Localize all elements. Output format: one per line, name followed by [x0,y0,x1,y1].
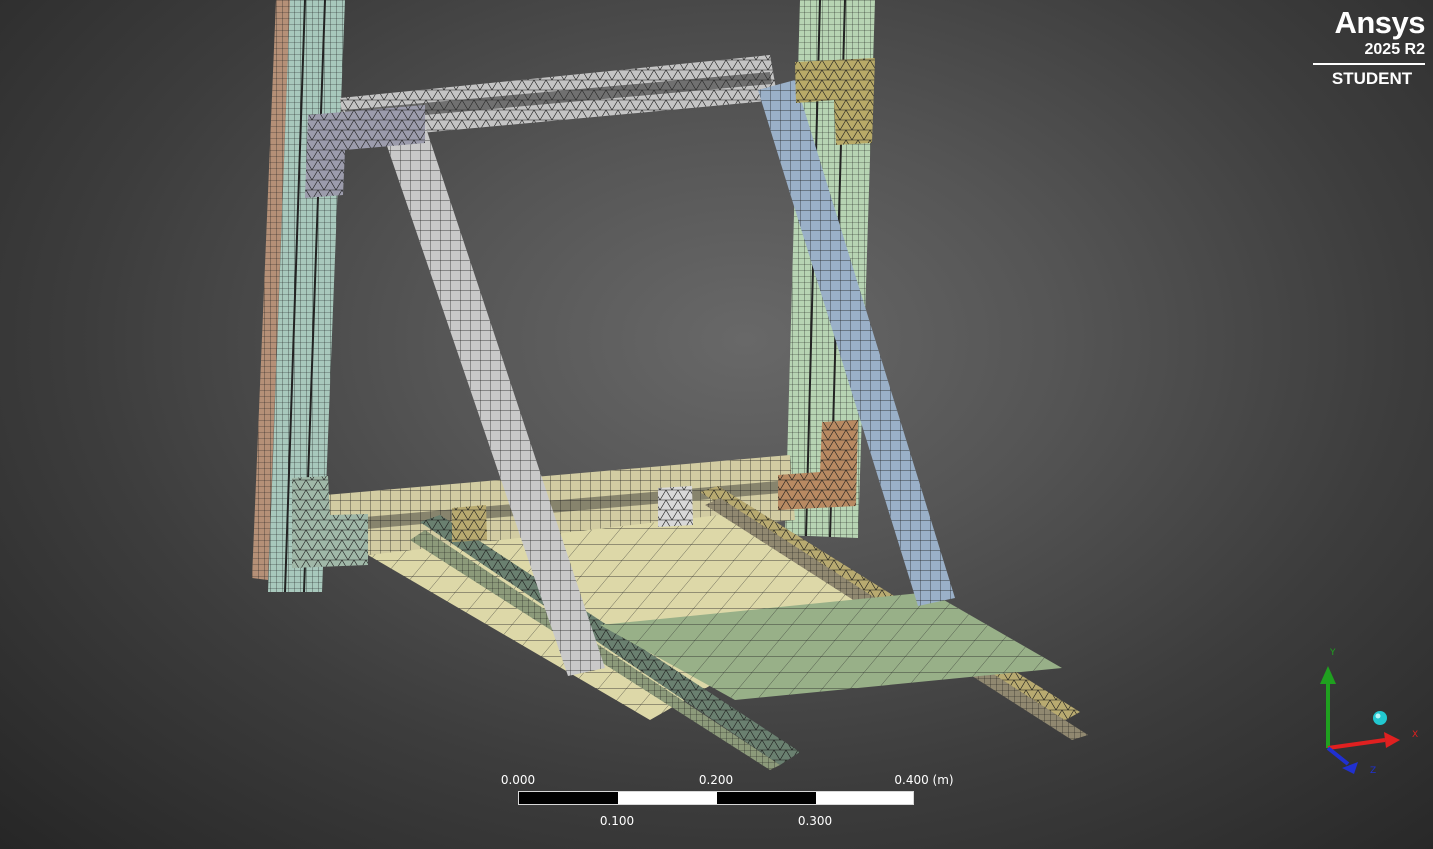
brand-name: Ansys [1334,5,1425,40]
left-block[interactable] [452,505,487,542]
version-label: 2025 R2 [1364,41,1426,58]
edition-label: STUDENT [1331,69,1413,88]
logo-divider [1313,63,1425,65]
center-block[interactable] [658,486,693,527]
z-axis-label: Z [1370,766,1377,776]
x-axis-label: X [1412,730,1419,740]
bottom-left-gusset[interactable] [292,476,368,568]
coordinate-triad[interactable]: Y X Z [1300,640,1430,780]
mesh-model[interactable] [0,0,1433,849]
ansys-logo: Ansys 2025 R2 STUDENT [1313,5,1426,88]
graphics-viewport[interactable]: Ansys 2025 R2 STUDENT 0.000 0.200 0.400 … [0,0,1433,849]
y-axis-label: Y [1330,648,1336,658]
triad-graphic [1320,666,1400,774]
